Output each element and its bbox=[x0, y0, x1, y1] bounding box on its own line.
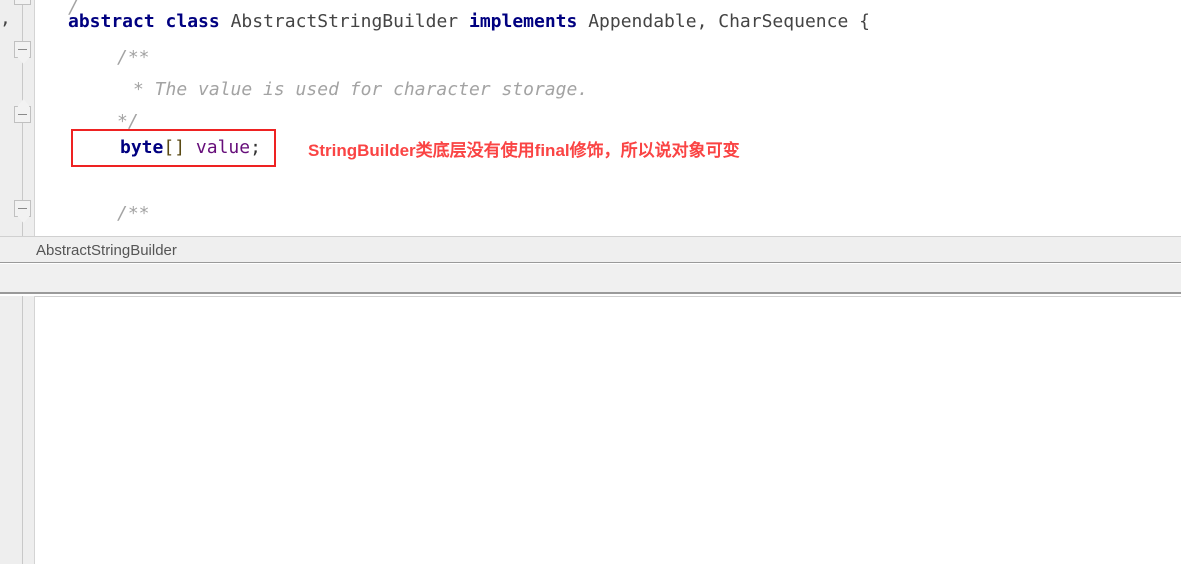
fold-marker-bar bbox=[18, 114, 27, 115]
editor-splitter[interactable] bbox=[0, 264, 1181, 294]
fold-marker-bar bbox=[18, 208, 27, 209]
fold-rail-bottom bbox=[22, 296, 23, 564]
code-token-cmt: * The value is used for character storag… bbox=[133, 79, 589, 100]
code-line[interactable]: /** bbox=[35, 200, 150, 228]
fold-collapse-icon[interactable] bbox=[14, 41, 31, 58]
code-token-kw: abstract class bbox=[68, 11, 231, 32]
red-annotation-text: StringBuilder类底层没有使用final修饰，所以说对象可变 bbox=[308, 141, 740, 160]
editor-pane-abstractstringbuilder[interactable]: , / abstract class AbstractStringBuilder … bbox=[0, 0, 1181, 236]
breadcrumb-bar[interactable]: AbstractStringBuilder bbox=[0, 236, 1181, 263]
fold-collapse-icon[interactable] bbox=[14, 106, 31, 123]
code-token-ident: Appendable, CharSequence { bbox=[588, 11, 870, 32]
code-token-bracket: [] bbox=[163, 137, 186, 158]
code-token-ident: AbstractStringBuilder bbox=[230, 11, 469, 32]
editor-pane-string[interactable]: public final class Stringimplements java… bbox=[0, 296, 1181, 564]
code-line[interactable]: * The value is used for character storag… bbox=[35, 76, 588, 104]
editor-gutter-bottom[interactable] bbox=[0, 296, 34, 564]
stray-glyph-top: , bbox=[0, 8, 11, 29]
code-token-punct: ; bbox=[250, 137, 261, 158]
code-token-cmt: /** bbox=[117, 203, 150, 224]
fold-collapse-icon[interactable] bbox=[14, 0, 31, 5]
code-token-kw: implements bbox=[468, 11, 589, 32]
code-text-area-top[interactable]: / abstract class AbstractStringBuilder im… bbox=[35, 0, 1181, 236]
code-text-area-bottom[interactable]: public final class Stringimplements java… bbox=[35, 296, 1181, 564]
code-line[interactable]: */ bbox=[35, 108, 139, 136]
ide-window: , / abstract class AbstractStringBuilder … bbox=[0, 0, 1181, 564]
fold-collapse-icon[interactable] bbox=[14, 200, 31, 217]
code-token-kw: byte bbox=[120, 137, 164, 158]
code-token-cmt: */ bbox=[117, 111, 139, 132]
code-token-cmt: /** bbox=[117, 47, 150, 68]
code-line[interactable]: /** bbox=[35, 44, 150, 72]
breadcrumb-class-name[interactable]: AbstractStringBuilder bbox=[36, 242, 177, 259]
code-line[interactable]: abstract class AbstractStringBuilder imp… bbox=[35, 8, 870, 36]
code-token-field: value bbox=[195, 137, 251, 158]
fold-marker-bar bbox=[18, 49, 27, 50]
code-line[interactable]: byte[] value; bbox=[35, 134, 261, 162]
